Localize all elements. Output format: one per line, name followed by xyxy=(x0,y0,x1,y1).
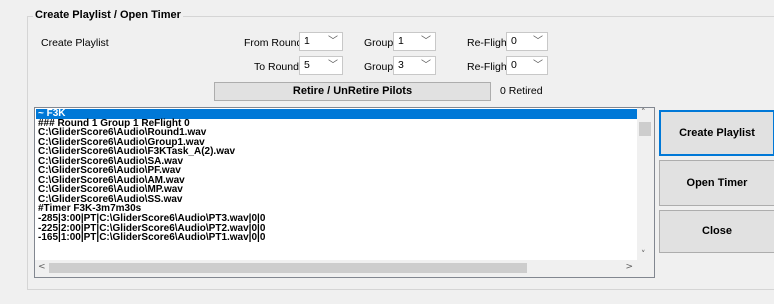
groupbox-title: Create Playlist / Open Timer xyxy=(33,9,183,21)
list-item[interactable]: -165|1:00|PT|C:\GliderScore6\Audio\PT1.w… xyxy=(36,233,638,243)
to-round-label: To Round xyxy=(254,61,299,73)
to-reflight-select[interactable]: 0 ﹀ xyxy=(506,56,548,75)
chevron-down-icon: ﹀ xyxy=(328,36,338,47)
from-round-value: 1 xyxy=(304,35,310,47)
arrow-down-icon[interactable]: ˅ xyxy=(641,250,646,260)
retired-count: 0 Retired xyxy=(500,85,543,97)
arrow-left-icon[interactable]: < xyxy=(38,262,46,272)
chevron-down-icon: ﹀ xyxy=(328,60,338,71)
playlist-lines: ~ F3K ### Round 1 Group 1 ReFlight 0 C:\Gl… xyxy=(36,109,638,261)
vertical-scrollbar[interactable]: ˄ ˅ xyxy=(637,108,654,260)
create-playlist-label: Create Playlist xyxy=(41,37,109,49)
horizontal-scroll-thumb[interactable] xyxy=(49,263,527,273)
to-reflight-value: 0 xyxy=(511,59,517,71)
from-reflight-value: 0 xyxy=(511,35,517,47)
to-group-label: Group xyxy=(364,61,394,73)
from-group-value: 1 xyxy=(398,35,404,47)
to-reflight-label: Re-Flight xyxy=(467,61,510,73)
chevron-down-icon: ﹀ xyxy=(533,60,543,71)
close-button[interactable]: Close xyxy=(659,210,774,253)
chevron-down-icon: ﹀ xyxy=(421,60,431,71)
chevron-down-icon: ﹀ xyxy=(421,36,431,47)
from-round-label: From Round xyxy=(244,37,303,49)
chevron-down-icon: ﹀ xyxy=(533,36,543,47)
to-group-value: 3 xyxy=(398,59,404,71)
open-timer-button[interactable]: Open Timer xyxy=(659,160,774,206)
vertical-scroll-thumb[interactable] xyxy=(639,122,651,136)
from-reflight-label: Re-Flight xyxy=(467,37,510,49)
from-reflight-select[interactable]: 0 ﹀ xyxy=(506,32,548,51)
from-group-select[interactable]: 1 ﹀ xyxy=(393,32,436,51)
to-round-value: 5 xyxy=(304,59,310,71)
arrow-up-icon[interactable]: ˄ xyxy=(641,108,646,118)
horizontal-scrollbar[interactable]: < > xyxy=(35,260,637,277)
scrollbar-corner xyxy=(637,260,654,277)
retire-pilots-button[interactable]: Retire / UnRetire Pilots xyxy=(214,82,491,101)
create-playlist-button[interactable]: Create Playlist xyxy=(659,110,774,156)
from-group-label: Group xyxy=(364,37,394,49)
playlist-listbox[interactable]: ~ F3K ### Round 1 Group 1 ReFlight 0 C:\Gl… xyxy=(34,107,655,278)
to-group-select[interactable]: 3 ﹀ xyxy=(393,56,436,75)
to-round-select[interactable]: 5 ﹀ xyxy=(299,56,343,75)
arrow-right-icon[interactable]: > xyxy=(625,262,633,272)
from-round-select[interactable]: 1 ﹀ xyxy=(299,32,343,51)
